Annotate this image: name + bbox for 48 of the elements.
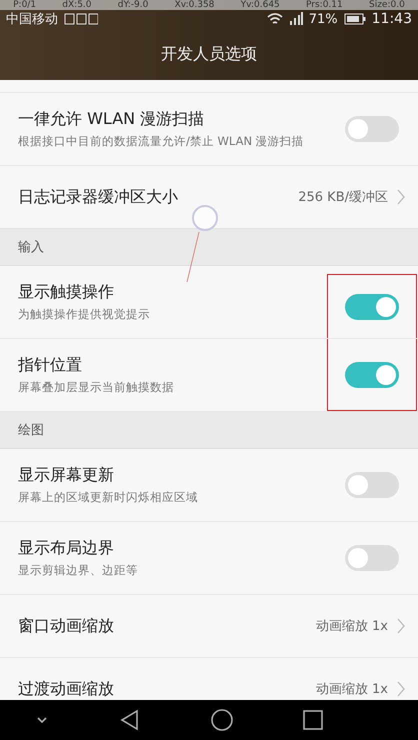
wifi-icon xyxy=(266,12,283,26)
settings-row[interactable]: 显示触摸操作 为触摸操作提供视觉提示 xyxy=(0,266,418,339)
setting-title: 一律允许 WLAN 漫游扫描 xyxy=(18,109,206,130)
notification-icons xyxy=(64,13,98,25)
setting-value: 256 KB/缓冲区 xyxy=(298,189,388,206)
pointer-reading: Size:0.0 xyxy=(368,0,405,10)
chevron-icon xyxy=(396,189,406,205)
toggle-switch[interactable] xyxy=(345,472,399,498)
setting-description: 根据接口中目前的数据流量允许/禁止 WLAN 漫游扫描 xyxy=(18,134,305,149)
settings-row[interactable]: 窗口动画缩放 动画缩放 1x xyxy=(0,595,418,658)
chevron-icon xyxy=(396,681,406,697)
battery-icon xyxy=(344,13,366,25)
setting-value: 动画缩放 1x xyxy=(316,681,388,698)
section-header: 绘图 xyxy=(18,422,44,439)
settings-row[interactable]: 一律允许 WLAN 漫游扫描 根据接口中目前的数据流量允许/禁止 WLAN 漫游扫描 xyxy=(0,93,418,166)
pointer-reading: dX:5.0 xyxy=(62,0,92,10)
recents-icon[interactable] xyxy=(302,709,324,731)
clock: 11:43 xyxy=(372,11,412,27)
battery-percent: 71% xyxy=(308,12,338,26)
setting-description: 屏幕叠加层显示当前触摸数据 xyxy=(18,380,175,395)
setting-title: 窗口动画缩放 xyxy=(18,616,114,636)
setting-title: 指针位置 xyxy=(18,355,83,376)
setting-title: 显示屏幕更新 xyxy=(18,465,115,486)
section-header: 输入 xyxy=(18,239,44,256)
setting-title: 显示触摸操作 xyxy=(18,282,115,303)
setting-value: 动画缩放 1x xyxy=(316,618,388,635)
toggle-switch[interactable] xyxy=(345,116,399,142)
toggle-switch[interactable] xyxy=(345,362,399,388)
settings-row[interactable]: 显示屏幕更新 屏幕上的区域更新时闪烁相应区域 xyxy=(0,449,418,522)
signal-icon xyxy=(288,12,303,26)
pointer-reading: Yv:0.645 xyxy=(240,0,280,10)
setting-description: 屏幕上的区域更新时闪烁相应区域 xyxy=(18,490,199,505)
carrier-name: 中国移动 xyxy=(6,11,58,28)
pointer-reading: Prs:0.11 xyxy=(306,0,343,10)
toggle-switch[interactable] xyxy=(345,545,399,571)
screen-title: 开发人员选项 xyxy=(161,44,257,64)
home-icon[interactable] xyxy=(210,708,234,732)
setting-title: 过渡动画缩放 xyxy=(18,678,114,700)
setting-description: 显示剪辑边界、边距等 xyxy=(18,563,139,578)
setting-title: 显示布局边界 xyxy=(18,538,115,559)
toggle-switch[interactable] xyxy=(345,294,399,320)
pointer-reading: P:0/1 xyxy=(13,0,36,10)
settings-row[interactable]: 显示布局边界 显示剪辑边界、边距等 xyxy=(0,522,418,595)
pointer-reading: Xv:0.358 xyxy=(174,0,214,10)
setting-description: 为触摸操作提供视觉提示 xyxy=(18,307,151,322)
pointer-reading: dY:-9.0 xyxy=(118,0,148,10)
setting-title: 日志记录器缓冲区大小 xyxy=(18,186,178,208)
chevron-icon xyxy=(396,618,406,634)
